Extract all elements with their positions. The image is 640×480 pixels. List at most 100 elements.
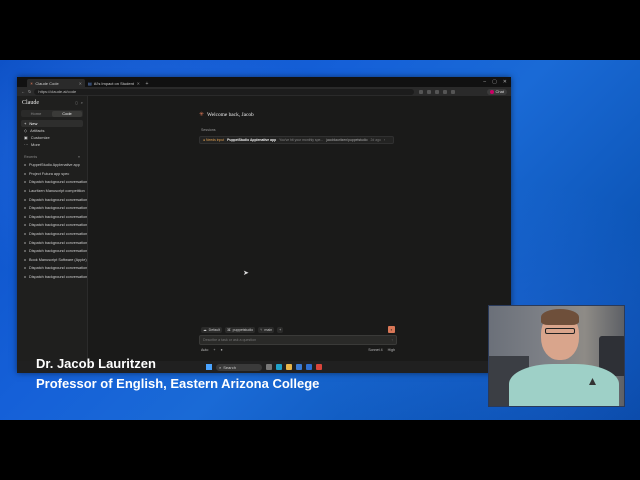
list-item[interactable]: Dispatch background conversation [17, 273, 87, 282]
repo-chip[interactable]: ⌘ puppetstudio [224, 327, 256, 333]
page-title: ✳ Welcome back, Jacob [199, 111, 254, 119]
search-icon[interactable]: ⌕ [81, 100, 83, 105]
bullet-icon [24, 267, 26, 270]
profile-label: Chat [495, 89, 504, 94]
profile-button[interactable]: Chat [486, 88, 507, 95]
list-item[interactable]: Lauritzen Manuscript competition [17, 187, 87, 196]
list-item[interactable]: Dispatch background conversation [17, 195, 87, 204]
recents-list: PuppetStudio Applenative app Project Futu… [17, 161, 87, 281]
sidebar-icon[interactable] [451, 89, 456, 94]
sidebar-toggle-icon[interactable]: ▯ [76, 100, 78, 105]
maximize-icon[interactable]: ▢ [492, 79, 497, 85]
sidebar-item-customize[interactable]: ▣ Customize [21, 134, 83, 141]
sidebar-item-label: New [29, 121, 38, 126]
composer: ↑ [199, 335, 397, 345]
refresh-icon[interactable]: ↻ [28, 89, 31, 94]
mode-chip[interactable]: ☁ Default [201, 327, 222, 333]
bullet-icon [24, 215, 26, 218]
address-bar-row: ← ↻ https://claude.ai/code Chat [17, 87, 511, 96]
sidebar-item-more[interactable]: ⋯ More [21, 141, 83, 148]
chip-label: main [264, 328, 273, 332]
welcome-text: Welcome back, Jacob [207, 111, 254, 118]
customize-icon: ▣ [24, 135, 28, 140]
list-item[interactable]: Dispatch background conversation [17, 230, 87, 239]
task-input[interactable] [203, 338, 392, 342]
sidebar: Claude ▯ ⌕ Home Code + New ◇ Artifacts ▣… [17, 96, 88, 373]
sidebar-controls: ▯ ⌕ [76, 100, 83, 105]
list-item[interactable]: Dispatch background conversation [17, 204, 87, 213]
avatar-icon [489, 89, 494, 94]
bullet-icon [24, 198, 26, 201]
video-frame: ✳ Claude Code ✕ ▤ AI's Impact on Student… [0, 60, 640, 420]
download-icon[interactable] [435, 89, 440, 94]
new-tab-button[interactable]: + [143, 81, 151, 87]
session-description: You've hit your monthly spe... [279, 138, 324, 142]
claude-tab-icon: ✳ [30, 80, 34, 86]
browser-window: ✳ Claude Code ✕ ▤ AI's Impact on Student… [17, 77, 511, 373]
speaker-name: Dr. Jacob Lauritzen [36, 356, 156, 371]
close-window-icon[interactable]: ✕ [503, 79, 507, 85]
bookmark-icon[interactable] [427, 89, 432, 94]
bullet-icon [24, 276, 26, 279]
recents-label: Recents [24, 155, 38, 159]
list-item[interactable]: Book Manuscript Software (Apple) [17, 256, 87, 265]
close-icon[interactable]: ✕ [137, 81, 140, 86]
sidebar-item-label: More [31, 142, 41, 147]
list-item[interactable]: Dispatch background conversation [17, 213, 87, 222]
send-icon[interactable]: ↑ [391, 338, 393, 342]
list-item-label: Lauritzen Manuscript competition [29, 189, 85, 194]
back-icon[interactable]: ← [21, 89, 25, 94]
add-chip-button[interactable]: + [277, 327, 284, 333]
list-item[interactable]: Dispatch background conversation [17, 238, 87, 247]
sidebar-nav: + New ◇ Artifacts ▣ Customize ⋯ More [17, 119, 87, 149]
minimize-icon[interactable]: – [483, 79, 486, 85]
document-tab-icon: ▤ [88, 80, 92, 86]
list-item[interactable]: PuppetStudio Applenative app [17, 161, 87, 170]
close-icon[interactable]: ✕ [79, 81, 82, 86]
tab-bar: ✳ Claude Code ✕ ▤ AI's Impact on Student… [17, 77, 511, 87]
session-name: PuppetStudio Applenative app [227, 138, 277, 142]
bullet-icon [24, 190, 26, 193]
tab-code[interactable]: Code [52, 110, 82, 117]
main-panel: ✳ Welcome back, Jacob Sessions ● Needs i… [88, 96, 511, 373]
sidebar-item-artifacts[interactable]: ◇ Artifacts [21, 127, 83, 134]
webcam-overlay [488, 305, 625, 407]
list-item-label: Dispatch background conversation [29, 232, 87, 237]
chip-label: puppetstudio [232, 328, 254, 332]
list-item[interactable]: Dispatch background conversation [17, 264, 87, 273]
list-item[interactable]: Project Futura app spec [17, 170, 87, 179]
list-item[interactable]: Dispatch background conversation [17, 247, 87, 256]
tab-claude-code[interactable]: ✳ Claude Code ✕ [27, 79, 85, 87]
list-item[interactable]: Dispatch background conversation [17, 178, 87, 187]
filter-icon[interactable]: ≡ [78, 155, 80, 159]
app-body: Claude ▯ ⌕ Home Code + New ◇ Artifacts ▣… [17, 96, 511, 373]
tab-ai-impact[interactable]: ▤ AI's Impact on Student Cognitive ✕ [85, 79, 143, 87]
url-field[interactable]: https://claude.ai/code [34, 88, 415, 95]
branch-chip[interactable]: ⑂ main [258, 327, 275, 333]
list-item-label: Dispatch background conversation [29, 240, 87, 245]
session-row[interactable]: ● Needs input PuppetStudio Applenative a… [199, 136, 394, 144]
status-badge: ● Needs input [203, 138, 225, 142]
bullet-icon [24, 258, 26, 261]
plus-icon: + [24, 121, 27, 126]
list-item-label: Book Manuscript Software (Apple) [29, 257, 87, 262]
list-item-label: Dispatch background conversation [29, 223, 87, 228]
tab-label: Claude Code [35, 80, 59, 86]
sidebar-item-new[interactable]: + New [21, 120, 83, 127]
list-item-label: Dispatch background conversation [29, 206, 87, 211]
bullet-icon [24, 181, 26, 184]
tab-home[interactable]: Home [21, 111, 51, 116]
list-item[interactable]: Dispatch background conversation [17, 221, 87, 230]
composer-chips: ☁ Default ⌘ puppetstudio ⑂ main + [201, 327, 284, 333]
sessions-heading: Sessions [201, 128, 216, 132]
list-item-label: Dispatch background conversation [29, 214, 87, 219]
chip-label: Default [208, 328, 220, 332]
sidebar-item-label: Artifacts [30, 128, 45, 133]
repo-icon: ⌘ [226, 328, 231, 332]
sidebar-item-label: Customize [30, 135, 50, 140]
extension-icon[interactable] [419, 89, 424, 94]
extensions-icon[interactable] [443, 89, 448, 94]
chevron-right-icon: › [383, 138, 386, 142]
bullet-icon [24, 164, 26, 167]
list-item-label: Dispatch background conversation [29, 197, 87, 202]
